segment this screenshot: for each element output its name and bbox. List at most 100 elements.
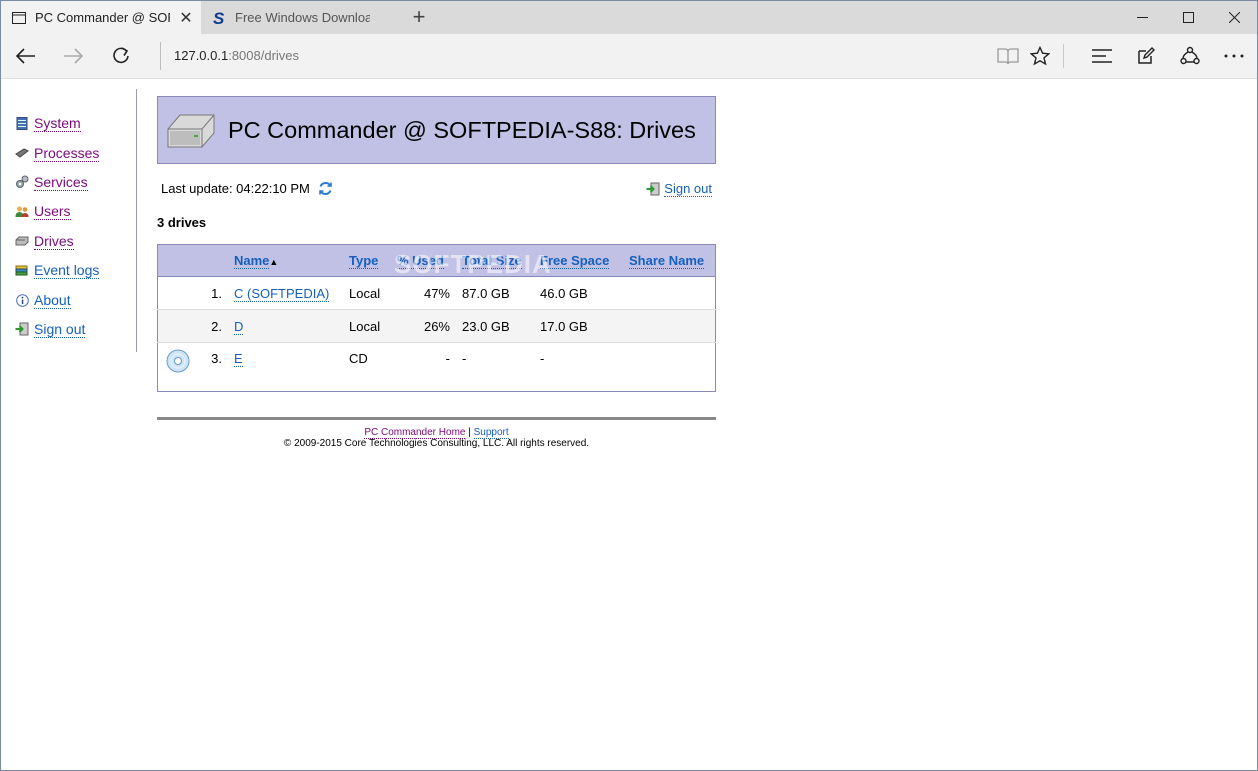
drive-icon xyxy=(15,234,29,248)
row-type: Local xyxy=(349,276,397,310)
sidebar-item-event-logs[interactable]: Event logs xyxy=(15,256,135,285)
row-icon-cell xyxy=(157,309,198,343)
address-bar[interactable]: 127.0.0.1:8008/drives xyxy=(160,42,299,70)
header-free-space[interactable]: Free Space xyxy=(540,244,629,277)
tab-pc-commander[interactable]: PC Commander @ SOFT ✕ xyxy=(1,1,201,34)
sidebar-link-drives[interactable]: Drives xyxy=(34,233,74,250)
row-free: - xyxy=(540,351,545,366)
navigation-bar: 127.0.0.1:8008/drives xyxy=(1,34,1257,79)
web-note-icon[interactable] xyxy=(1124,34,1168,78)
address-path: :8008/drives xyxy=(228,48,300,63)
top-sign-out[interactable]: Sign out xyxy=(646,181,712,197)
row-name-cell: E xyxy=(234,343,349,392)
sidebar-link-sign-out[interactable]: Sign out xyxy=(34,321,86,338)
sidebar-item-services[interactable]: Services xyxy=(15,168,135,197)
header-share-name[interactable]: Share Name xyxy=(629,244,716,277)
sidebar-item-about[interactable]: About xyxy=(15,285,135,314)
tab-softpedia[interactable]: S Free Windows Downloads - S xyxy=(201,1,399,34)
back-button[interactable] xyxy=(4,34,48,78)
sign-out-icon xyxy=(15,322,29,336)
footer: PC Commander Home | Support © 2009-2015 … xyxy=(157,427,716,449)
drives-table: Name▲ Type % Used Total Size Free Space … xyxy=(157,244,716,392)
footer-links: PC Commander Home | Support xyxy=(157,427,716,439)
sidebar-item-drives[interactable]: Drives xyxy=(15,227,135,256)
page-content: System Processes Services Users Drives E… xyxy=(1,79,1257,770)
users-icon xyxy=(15,205,29,219)
sidebar-link-services[interactable]: Services xyxy=(34,174,88,191)
info-icon xyxy=(15,293,29,307)
drive-header-icon xyxy=(166,111,216,149)
drive-link[interactable]: D xyxy=(234,318,244,335)
sidebar-link-processes[interactable]: Processes xyxy=(34,145,100,162)
row-free: 17.0 GB xyxy=(540,309,629,343)
svg-text:S: S xyxy=(213,10,225,26)
tab-title: PC Commander @ SOFT xyxy=(35,10,170,25)
header-type[interactable]: Type xyxy=(349,244,397,277)
sidebar-item-sign-out[interactable]: Sign out xyxy=(15,315,135,344)
row-used: 26% xyxy=(397,309,462,343)
drive-link[interactable]: E xyxy=(234,351,243,367)
row-share xyxy=(629,343,716,392)
hub-icon[interactable] xyxy=(1080,34,1124,78)
footer-divider xyxy=(157,417,716,420)
address-host: 127.0.0.1 xyxy=(174,48,229,63)
share-icon[interactable] xyxy=(1168,34,1212,78)
tab-strip: PC Commander @ SOFT ✕ S Free Windows Dow… xyxy=(1,1,1257,34)
system-icon xyxy=(15,117,29,131)
table-row: 1. C (SOFTPEDIA) Local 47% 87.0 GB 46.0 … xyxy=(157,276,716,310)
table-row: 2. D Local 26% 23.0 GB 17.0 GB xyxy=(157,309,716,343)
row-total: - xyxy=(462,351,467,366)
sidebar-link-system[interactable]: System xyxy=(34,115,81,133)
copyright: © 2009-2015 Core Technologies Consulting… xyxy=(283,438,590,449)
maximize-button[interactable] xyxy=(1165,1,1211,34)
event-logs-icon xyxy=(15,264,29,278)
sort-ascending-icon: ▲ xyxy=(269,257,279,267)
header-name[interactable]: Name▲ xyxy=(234,244,349,277)
minimize-button[interactable] xyxy=(1119,1,1165,34)
sidebar-item-processes[interactable]: Processes xyxy=(15,138,135,167)
row-index: 3. xyxy=(211,351,222,366)
sidebar-item-system[interactable]: System xyxy=(15,109,135,138)
refresh-button[interactable] xyxy=(99,34,143,78)
more-options-icon[interactable] xyxy=(1212,34,1256,78)
header-icon-col xyxy=(157,244,198,277)
services-gear-icon xyxy=(15,175,29,189)
sidebar-divider xyxy=(136,89,137,352)
row-icon-cell xyxy=(157,276,198,310)
close-window-button[interactable] xyxy=(1211,1,1257,34)
sidebar-link-users[interactable]: Users xyxy=(34,203,71,221)
close-tab-icon[interactable]: ✕ xyxy=(176,8,196,28)
sidebar-link-about[interactable]: About xyxy=(34,292,71,309)
row-name-cell: C (SOFTPEDIA) xyxy=(234,276,349,310)
row-type: CD xyxy=(349,351,368,366)
page-icon xyxy=(11,10,27,26)
sidebar-link-event-logs[interactable]: Event logs xyxy=(34,262,100,280)
footer-separator: | xyxy=(468,427,471,438)
row-total: 23.0 GB xyxy=(462,309,540,343)
sidebar-item-users[interactable]: Users xyxy=(15,197,135,226)
header-total-size[interactable]: Total Size xyxy=(462,244,540,277)
row-name-cell: D xyxy=(234,309,349,343)
last-update-text: Last update: 04:22:10 PM xyxy=(161,181,310,196)
refresh-icon[interactable] xyxy=(318,181,333,196)
row-index: 1. xyxy=(198,276,234,310)
toolbar-divider xyxy=(1063,44,1064,68)
browser-window: PC Commander @ SOFT ✕ S Free Windows Dow… xyxy=(0,0,1258,771)
sign-out-link[interactable]: Sign out xyxy=(664,181,712,197)
processes-icon xyxy=(15,146,29,160)
drive-link[interactable]: C (SOFTPEDIA) xyxy=(234,285,330,302)
page-title: PC Commander @ SOFTPEDIA-S88: Drives xyxy=(228,116,696,143)
page-header: PC Commander @ SOFTPEDIA-S88: Drives xyxy=(157,96,716,164)
row-total: 87.0 GB xyxy=(462,276,540,310)
sidebar: System Processes Services Users Drives E… xyxy=(15,109,135,344)
new-tab-button[interactable]: + xyxy=(406,4,432,30)
row-index: 2. xyxy=(198,309,234,343)
row-type: Local xyxy=(349,309,397,343)
favorite-star-icon[interactable] xyxy=(1018,34,1062,78)
row-share xyxy=(629,276,716,310)
table-header-row: Name▲ Type % Used Total Size Free Space … xyxy=(157,244,716,277)
row-used: - xyxy=(445,351,450,366)
softpedia-logo-icon: S xyxy=(211,10,227,26)
forward-button[interactable] xyxy=(51,34,95,78)
header-used[interactable]: % Used xyxy=(397,244,462,277)
